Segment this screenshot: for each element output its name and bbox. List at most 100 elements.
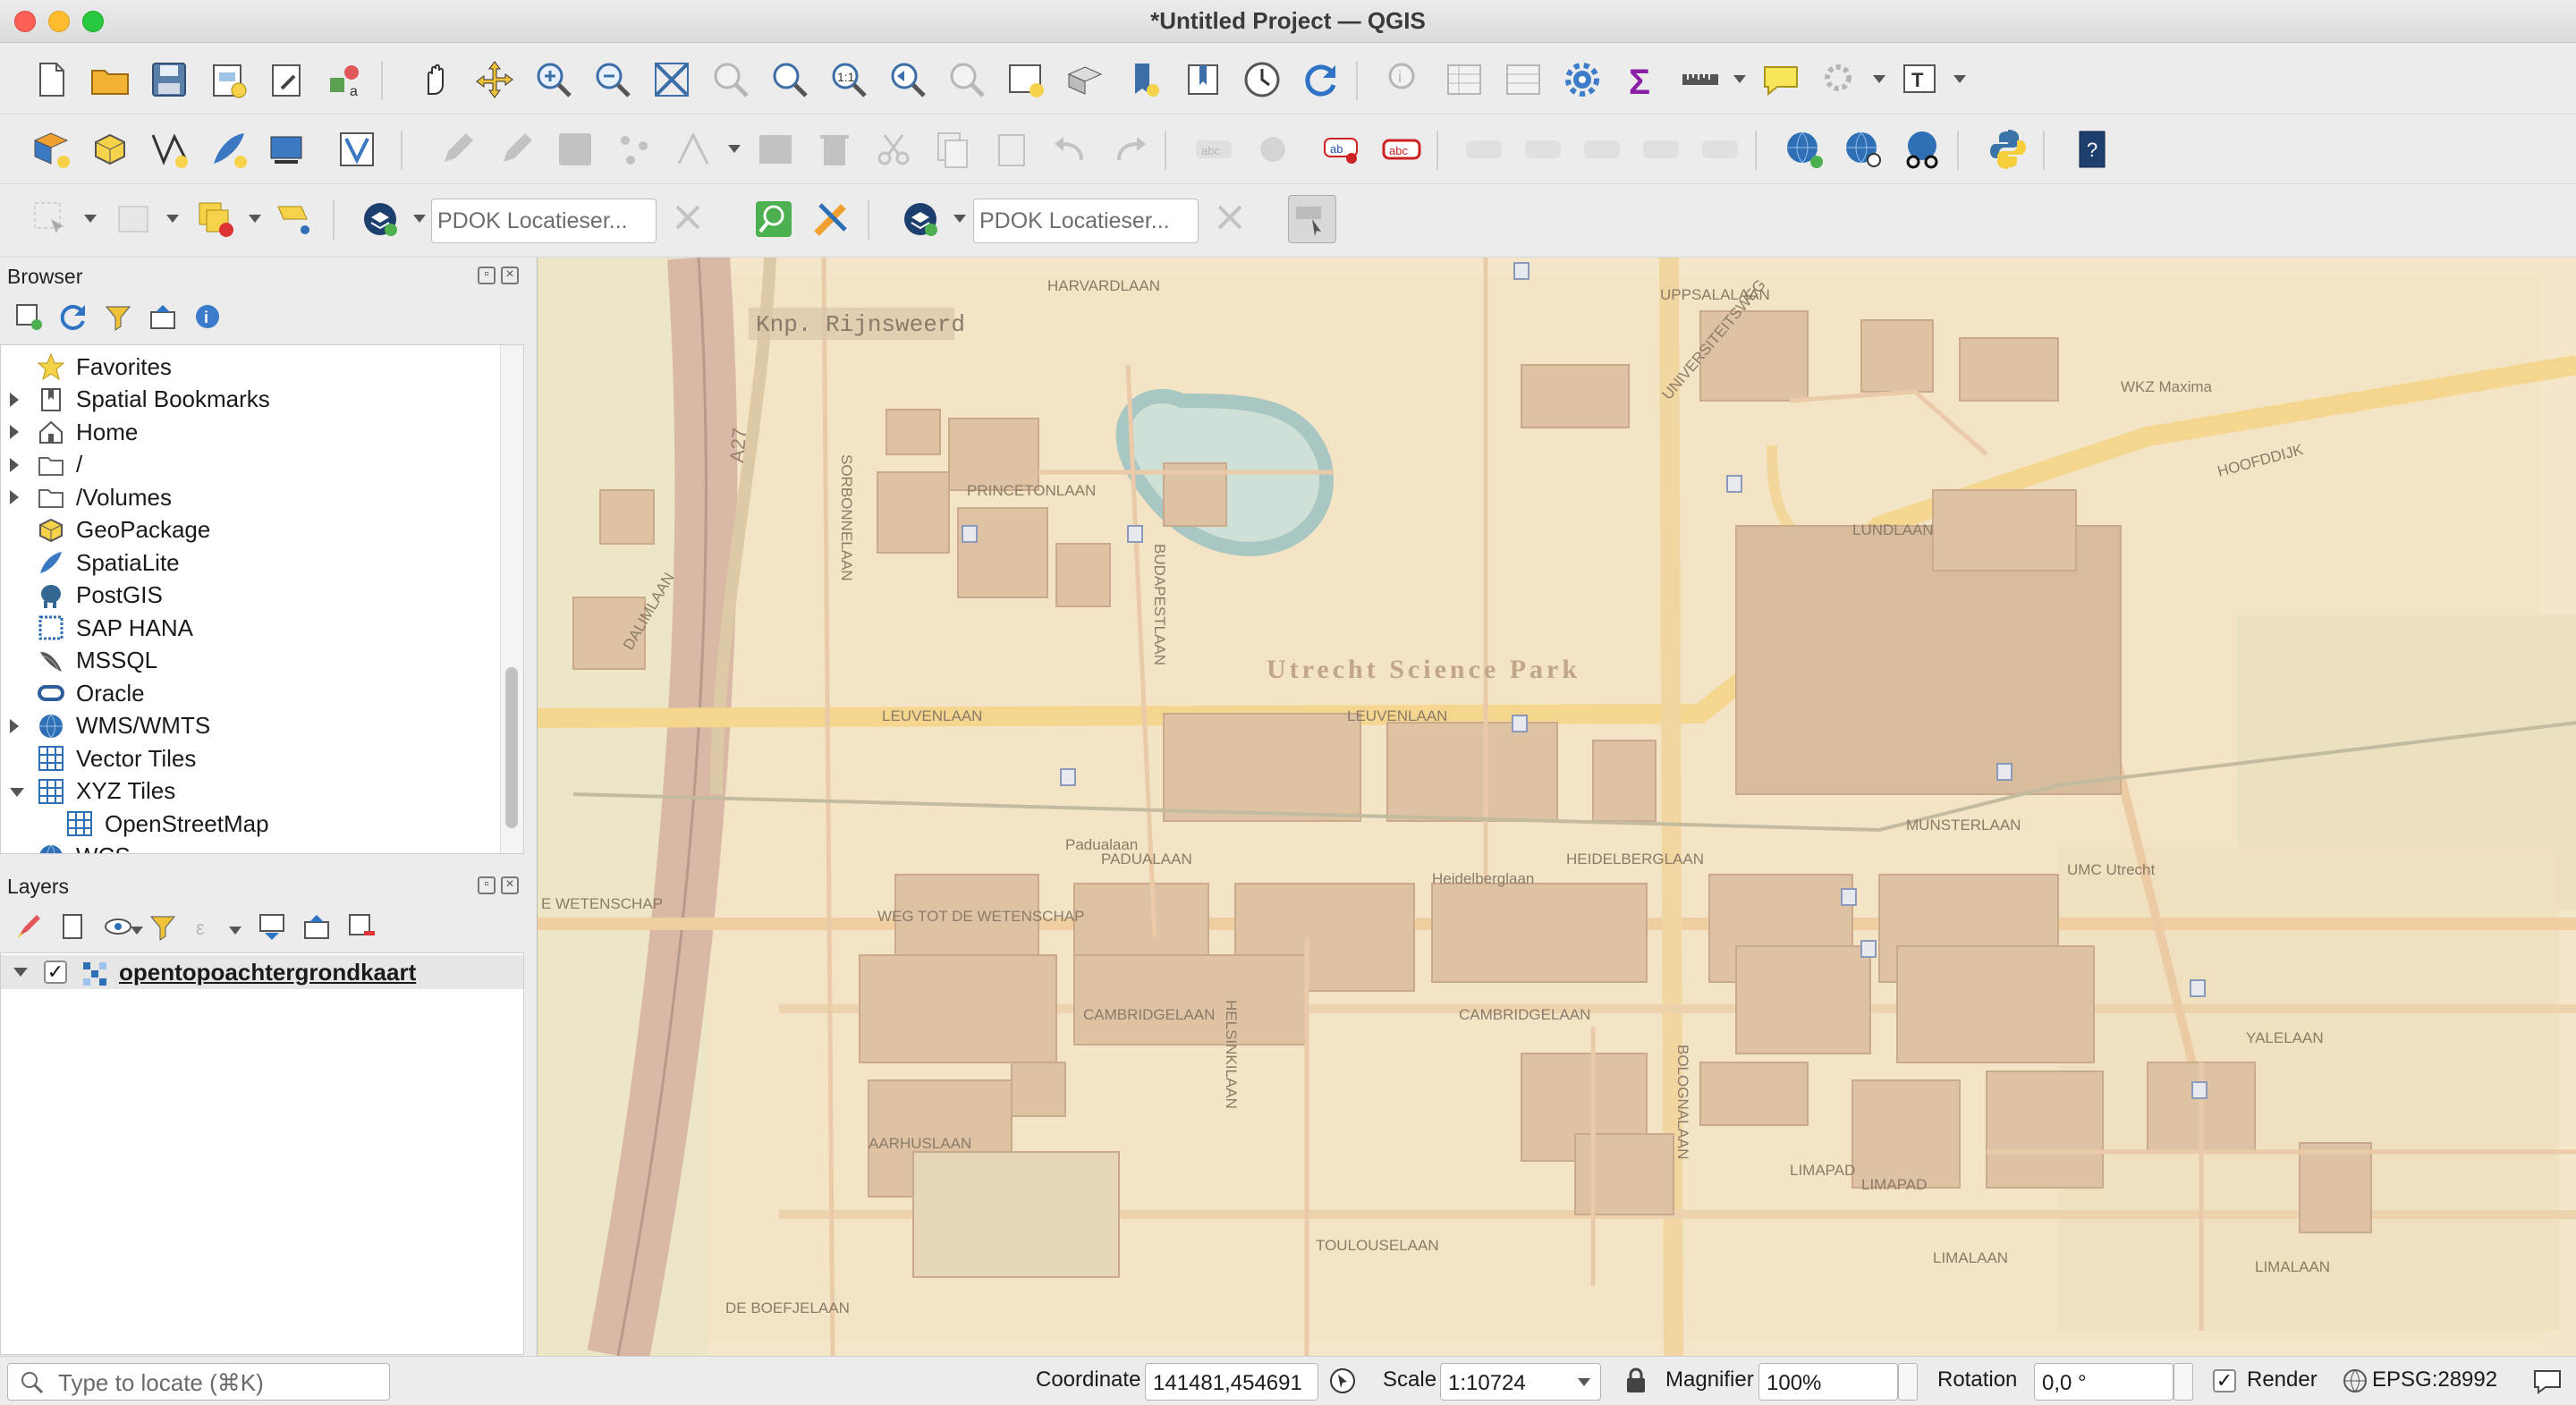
rotation-field[interactable]: 0,0 °	[2034, 1363, 2174, 1401]
rotate-label-button[interactable]	[1637, 125, 1685, 174]
statistical-summary-button[interactable]	[1499, 55, 1547, 104]
browser-add-button[interactable]	[11, 299, 47, 334]
delete-selected-button[interactable]	[810, 125, 859, 174]
browser-filter-button[interactable]	[100, 299, 136, 334]
undo-button[interactable]	[1046, 125, 1095, 174]
rotation-spinner[interactable]	[2174, 1363, 2193, 1401]
zoom-native-button[interactable]: 1:1	[825, 55, 873, 104]
attribute-table-button[interactable]	[1440, 55, 1488, 104]
layer-labeling-button[interactable]: abc	[1190, 125, 1238, 174]
browser-float-button[interactable]: ▫	[478, 267, 496, 284]
map-tips-button[interactable]	[1757, 55, 1805, 104]
search-services-button[interactable]	[1839, 125, 1887, 174]
layer-visibility-checkbox[interactable]: ✓	[44, 961, 67, 984]
browser-item-home[interactable]: Home	[1, 416, 502, 448]
label-toolbar-button[interactable]: ab	[1318, 125, 1367, 174]
pdok-search-input-2[interactable]: PDOK Locatieser...	[973, 199, 1199, 243]
new-temporary-layer-button[interactable]	[263, 125, 311, 174]
layer-diagram-button[interactable]	[1249, 125, 1297, 174]
modify-attributes-button[interactable]	[751, 125, 800, 174]
new-virtual-layer-button[interactable]	[333, 125, 381, 174]
expand-all-button[interactable]	[254, 909, 290, 944]
collapse-all-button[interactable]	[299, 909, 335, 944]
pdok-plugin-button-2[interactable]	[896, 195, 945, 243]
label-highlight-button[interactable]: abc	[1377, 125, 1426, 174]
locator-search-button[interactable]	[750, 195, 798, 243]
pdok-clear-button-1[interactable]	[665, 195, 714, 243]
remove-layer-button[interactable]	[343, 909, 379, 944]
help-button[interactable]: ?	[2068, 125, 2116, 174]
new-map-view-button[interactable]	[1002, 55, 1050, 104]
toggle-editing-button[interactable]	[433, 125, 481, 174]
zoom-in-button[interactable]	[530, 55, 578, 104]
expand-arrow-icon[interactable]	[10, 392, 19, 407]
zoom-next-button[interactable]	[943, 55, 991, 104]
browser-properties-button[interactable]: i	[190, 299, 225, 334]
browser-item-spatialite[interactable]: SpatiaLite	[1, 546, 502, 579]
zoom-to-layer-button[interactable]	[766, 55, 814, 104]
vertex-tool-button[interactable]	[669, 125, 717, 174]
select-features-button[interactable]	[27, 195, 75, 243]
browser-item-root[interactable]: /	[1, 449, 502, 481]
temporal-controller-button[interactable]	[1238, 55, 1286, 104]
browser-item-favorites[interactable]: Favorites	[1, 351, 502, 383]
layout-manager-button[interactable]	[263, 55, 311, 104]
expand-arrow-icon[interactable]	[10, 490, 19, 504]
render-checkbox[interactable]: ✓	[2213, 1369, 2236, 1392]
save-edits-button[interactable]	[551, 125, 599, 174]
browser-item-oracle[interactable]: Oracle	[1, 677, 502, 709]
pdok-clear-button-2[interactable]	[1208, 195, 1256, 243]
browser-item-vector-tiles[interactable]: Vector Tiles	[1, 742, 502, 774]
new-shapefile-button[interactable]	[145, 125, 193, 174]
save-project-button[interactable]	[145, 55, 193, 104]
browser-item-postgis[interactable]: PostGIS	[1, 580, 502, 612]
paste-features-button[interactable]	[987, 125, 1036, 174]
processing-toolbox-button[interactable]	[1558, 55, 1606, 104]
move-label-button[interactable]	[1578, 125, 1626, 174]
crs-button[interactable]: EPSG:28992	[2372, 1367, 2497, 1392]
layer-row[interactable]: ✓ opentopoachtergrondkaart	[1, 955, 523, 989]
zoom-out-button[interactable]	[589, 55, 637, 104]
digitize-point-button[interactable]	[610, 125, 658, 174]
browser-item-spatial-bookmarks[interactable]: Spatial Bookmarks	[1, 384, 502, 416]
browser-scrollbar-thumb[interactable]	[505, 667, 518, 828]
layer-expand-arrow[interactable]	[13, 968, 28, 977]
magnifier-spinner[interactable]	[1898, 1363, 1918, 1401]
copy-features-button[interactable]	[928, 125, 977, 174]
browser-item-wms-wmts[interactable]: WMS/WMTS	[1, 710, 502, 742]
pan-map-button[interactable]	[411, 55, 460, 104]
pdok-plugin-button-1[interactable]	[356, 195, 404, 243]
new-print-layout-button[interactable]	[204, 55, 252, 104]
browser-item-mssql[interactable]: MSSQL	[1, 645, 502, 677]
cut-features-button[interactable]	[869, 125, 918, 174]
mouse-pointer-icon[interactable]	[1329, 1367, 1356, 1394]
browser-refresh-button[interactable]	[55, 299, 91, 334]
zoom-full-button[interactable]	[648, 55, 696, 104]
new-geopackage-button[interactable]	[86, 125, 134, 174]
filter-expression-button[interactable]: ε	[190, 909, 225, 944]
scale-combo[interactable]: 1:10724	[1440, 1363, 1601, 1401]
browser-collapse-button[interactable]	[145, 299, 181, 334]
redo-button[interactable]	[1106, 125, 1154, 174]
style-manager-button[interactable]: a	[322, 55, 370, 104]
browser-item-geopackage[interactable]: GeoPackage	[1, 514, 502, 546]
lock-icon[interactable]	[1624, 1367, 1648, 1394]
zoom-last-button[interactable]	[884, 55, 932, 104]
identify-features-toggle[interactable]	[1288, 195, 1336, 243]
pin-labels-button[interactable]	[1460, 125, 1508, 174]
add-wms-layer-button[interactable]	[1780, 125, 1828, 174]
layers-float-button[interactable]: ▫	[478, 876, 496, 894]
show-bookmarks-button[interactable]	[1179, 55, 1227, 104]
add-group-button[interactable]	[55, 909, 91, 944]
open-project-button[interactable]	[86, 55, 134, 104]
magnifier-field[interactable]: 100%	[1758, 1363, 1898, 1401]
change-label-button[interactable]	[1696, 125, 1744, 174]
browser-item-volumes[interactable]: /Volumes	[1, 481, 502, 513]
layers-close-button[interactable]: ×	[501, 876, 519, 894]
text-annotation-button[interactable]: T	[1896, 55, 1945, 104]
map-canvas[interactable]: HARVARDLAAN UPPSALALAAN PRINCETONLAAN LU…	[537, 258, 2576, 1356]
current-edits-button[interactable]	[492, 125, 540, 174]
zoom-to-selection-button[interactable]	[707, 55, 755, 104]
expand-arrow-icon[interactable]	[10, 718, 19, 733]
data-source-manager-button[interactable]	[27, 125, 75, 174]
